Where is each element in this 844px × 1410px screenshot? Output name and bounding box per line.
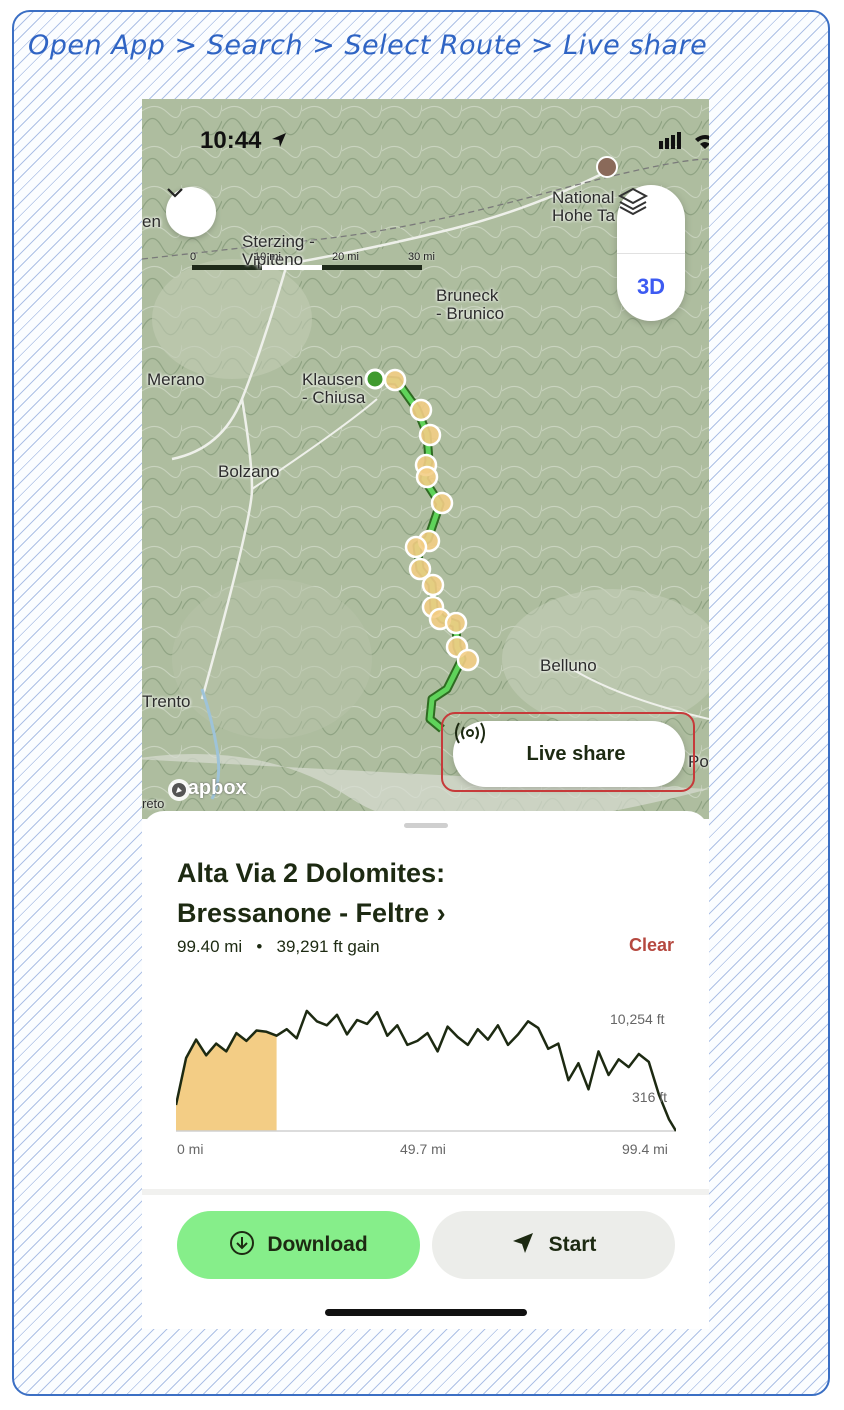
waypoint-marker xyxy=(404,535,428,559)
route-title-link[interactable]: Alta Via 2 Dolomites: Bressanone - Feltr… xyxy=(177,853,597,933)
sheet-divider xyxy=(142,1189,709,1195)
sheet-grabber[interactable] xyxy=(404,823,448,828)
waypoint-marker xyxy=(409,398,433,422)
waypoint-marker xyxy=(444,611,468,635)
elevation-min-label: 316 ft xyxy=(632,1089,668,1105)
route-overlay xyxy=(364,156,618,733)
waypoint-marker xyxy=(456,648,480,672)
navigation-arrow-icon xyxy=(511,1231,535,1260)
x-axis-label: 0 mi xyxy=(177,1141,204,1157)
flow-caption: Open App > Search > Select Route > Live … xyxy=(28,30,708,61)
mapbox-attribution[interactable]: mapbox xyxy=(166,777,247,801)
start-button[interactable]: Start xyxy=(432,1211,675,1279)
elevation-profile xyxy=(174,1009,678,1132)
chevron-right-icon: › xyxy=(436,898,446,928)
download-label: Download xyxy=(267,1233,368,1256)
route-distance: 99.40 mi xyxy=(177,937,243,956)
elevation-max-label: 10,254 ft xyxy=(610,1011,665,1027)
route-title: Alta Via 2 Dolomites: Bressanone - Feltr… xyxy=(177,858,446,928)
waypoint-marker xyxy=(415,465,439,489)
annotation-highlight-live-share xyxy=(441,712,695,792)
waypoint-marker xyxy=(430,491,454,515)
start-label: Start xyxy=(548,1233,597,1256)
waypoint-marker xyxy=(383,368,407,392)
download-circle-icon xyxy=(229,1230,255,1261)
waypoint-marker xyxy=(418,423,442,447)
download-button[interactable]: Download xyxy=(177,1211,420,1279)
x-axis-label: 99.4 mi xyxy=(622,1141,668,1157)
elevation-chart[interactable]: 10,254 ft 316 ft 0 mi 49.7 mi 99.4 mi xyxy=(174,991,678,1157)
park-icon xyxy=(596,156,618,178)
highlight-area xyxy=(176,1030,277,1131)
route-start-marker xyxy=(364,368,386,390)
waypoint-marker xyxy=(421,573,445,597)
route-gain: 39,291 ft gain xyxy=(276,937,380,956)
home-indicator[interactable] xyxy=(325,1309,527,1316)
x-axis-label: 49.7 mi xyxy=(400,1141,446,1157)
clear-button[interactable]: Clear xyxy=(629,935,674,956)
map-view[interactable]: 10:44 3D en Sterzing - Vipiteno National… xyxy=(142,99,709,819)
stats-separator: • xyxy=(256,937,263,956)
route-sheet: Alta Via 2 Dolomites: Bressanone - Feltr… xyxy=(142,811,709,1329)
route-stats: 99.40 mi • 39,291 ft gain xyxy=(177,937,380,957)
